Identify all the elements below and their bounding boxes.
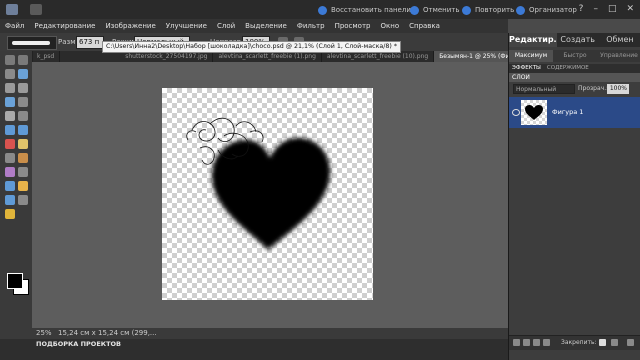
quick-select-tool-icon[interactable] (18, 97, 28, 107)
menu-enhance[interactable]: Улучшение (161, 22, 212, 30)
delete-layer-icon[interactable] (543, 339, 550, 346)
smart-brush-tool-icon[interactable] (18, 167, 28, 177)
new-group-icon[interactable] (523, 339, 530, 346)
sponge-tool-icon[interactable] (5, 209, 15, 219)
paint-bucket-tool-icon[interactable] (5, 181, 15, 191)
blend-mode-select[interactable]: Нормальный (513, 84, 575, 94)
shape-tool-icon[interactable] (5, 195, 15, 205)
lock-transparency-icon[interactable] (599, 339, 606, 346)
menu-help[interactable]: Справка (404, 22, 445, 30)
help-button[interactable]: ? (579, 4, 584, 14)
marquee-tool-icon[interactable] (5, 83, 15, 93)
tab-effects[interactable]: ЭФФЕКТЫ (512, 64, 541, 73)
workspace-menu-icon[interactable] (30, 4, 42, 15)
menu-filter[interactable]: Фильтр (292, 22, 330, 30)
subtab-quick[interactable]: Быстро (553, 50, 597, 62)
menu-select[interactable]: Выделение (240, 22, 292, 30)
restore-panels-button[interactable]: Восстановить панели (318, 5, 411, 15)
tab-content[interactable]: СОДЕРЖИМОЕ (547, 64, 589, 73)
tab-edit[interactable]: Редактир. (509, 33, 557, 47)
lock-all-icon[interactable] (611, 339, 618, 346)
menu-layer[interactable]: Слой (212, 22, 240, 30)
layer-name[interactable]: Фигура 1 (552, 108, 583, 116)
layers-panel-header[interactable]: СЛОИ (509, 73, 640, 82)
document-canvas[interactable] (162, 88, 373, 300)
canvas-area[interactable] (32, 62, 508, 328)
visibility-eye-icon[interactable] (512, 109, 520, 116)
layer-row[interactable]: Фигура 1 (509, 97, 640, 128)
redo-button[interactable]: Повторить (462, 5, 514, 15)
zoom-tool-icon[interactable] (5, 55, 15, 65)
close-button[interactable]: ✕ (626, 4, 634, 14)
zoom-level[interactable]: 25% (36, 328, 52, 339)
app-logo-icon (6, 4, 18, 15)
organizer-button[interactable]: Организатор (516, 5, 577, 15)
subtab-full[interactable]: Максимум (509, 50, 553, 62)
crop-tool-icon[interactable] (18, 111, 28, 121)
panel-tabs: ЭФФЕКТЫ СОДЕРЖИМОЕ (509, 64, 640, 73)
title-bar: Восстановить панели Отменить Повторить О… (0, 0, 640, 19)
maximize-button[interactable]: □ (608, 4, 617, 14)
layers-list-empty-area (509, 128, 640, 341)
lasso-tool-icon[interactable] (18, 83, 28, 93)
layers-panel-footer: Закрепить: (509, 335, 640, 350)
eraser-tool-icon[interactable] (18, 153, 28, 163)
menu-bar: Файл Редактирование Изображение Улучшени… (0, 19, 508, 33)
canvas-artwork (186, 117, 330, 250)
tab-doc-1[interactable]: k_psd (32, 51, 61, 62)
layer-opacity-label: Прозрач.: (578, 85, 609, 92)
move-tool-icon[interactable] (5, 69, 15, 79)
blur-tool-icon[interactable] (18, 195, 28, 205)
straighten-tool-icon[interactable] (18, 125, 28, 135)
right-panel: Редактир. Создать Обмен Максимум Быстро … (508, 33, 640, 360)
panel-menu-icon[interactable] (627, 339, 634, 346)
toolbox (0, 51, 33, 343)
undo-button[interactable]: Отменить (410, 5, 460, 15)
heart-thumbnail-icon (525, 105, 543, 120)
eyedropper-tool-icon[interactable] (18, 69, 28, 79)
document-path-tooltip: C:\Users\Инна2\Desktop\Набор [шоколадка]… (102, 41, 401, 53)
layer-opacity-field[interactable]: 100% (607, 84, 629, 94)
organizer-icon (516, 5, 525, 15)
tab-share[interactable]: Обмен (599, 33, 640, 47)
menu-view[interactable]: Просмотр (330, 22, 376, 30)
new-layer-icon[interactable] (513, 339, 520, 346)
gradient-tool-icon[interactable] (18, 181, 28, 191)
hand-tool-icon[interactable] (18, 55, 28, 65)
healing-brush-tool-icon[interactable] (18, 139, 28, 149)
subtab-guided[interactable]: Управление (597, 50, 640, 62)
cookie-cutter-tool-icon[interactable] (5, 125, 15, 135)
minimize-button[interactable]: – (593, 4, 598, 14)
magic-wand-tool-icon[interactable] (5, 97, 15, 107)
type-tool-icon[interactable] (5, 111, 15, 121)
foreground-color-swatch[interactable] (7, 273, 23, 289)
clone-stamp-tool-icon[interactable] (5, 153, 15, 163)
heart-shape (212, 138, 330, 250)
menu-file[interactable]: Файл (0, 22, 29, 30)
project-bin-bar: ПОДБОРКА ПРОЕКТОВ (0, 339, 508, 360)
menu-edit[interactable]: Редактирование (29, 22, 100, 30)
size-field[interactable]: 673 п (76, 36, 104, 49)
brush-tool-icon[interactable] (5, 167, 15, 177)
menu-image[interactable]: Изображение (100, 22, 160, 30)
layer-thumbnail (521, 100, 547, 125)
brush-preset-picker[interactable] (7, 36, 57, 50)
adjustment-layer-icon[interactable] (533, 339, 540, 346)
undo-icon (410, 5, 419, 15)
edit-mode-subtabs: Максимум Быстро Управление (509, 50, 640, 62)
lock-label: Закрепить: (561, 339, 597, 346)
restore-icon (318, 5, 327, 15)
mode-tabs: Редактир. Создать Обмен (509, 33, 640, 47)
document-info: 15,24 см x 15,24 см (299,... (58, 329, 157, 337)
project-bin-title[interactable]: ПОДБОРКА ПРОЕКТОВ (36, 339, 121, 350)
status-bar: 25% 15,24 см x 15,24 см (299,... (32, 328, 508, 339)
menu-window[interactable]: Окно (376, 22, 405, 30)
tab-create[interactable]: Создать (557, 33, 599, 47)
redo-icon (462, 5, 471, 15)
red-eye-tool-icon[interactable] (5, 139, 15, 149)
